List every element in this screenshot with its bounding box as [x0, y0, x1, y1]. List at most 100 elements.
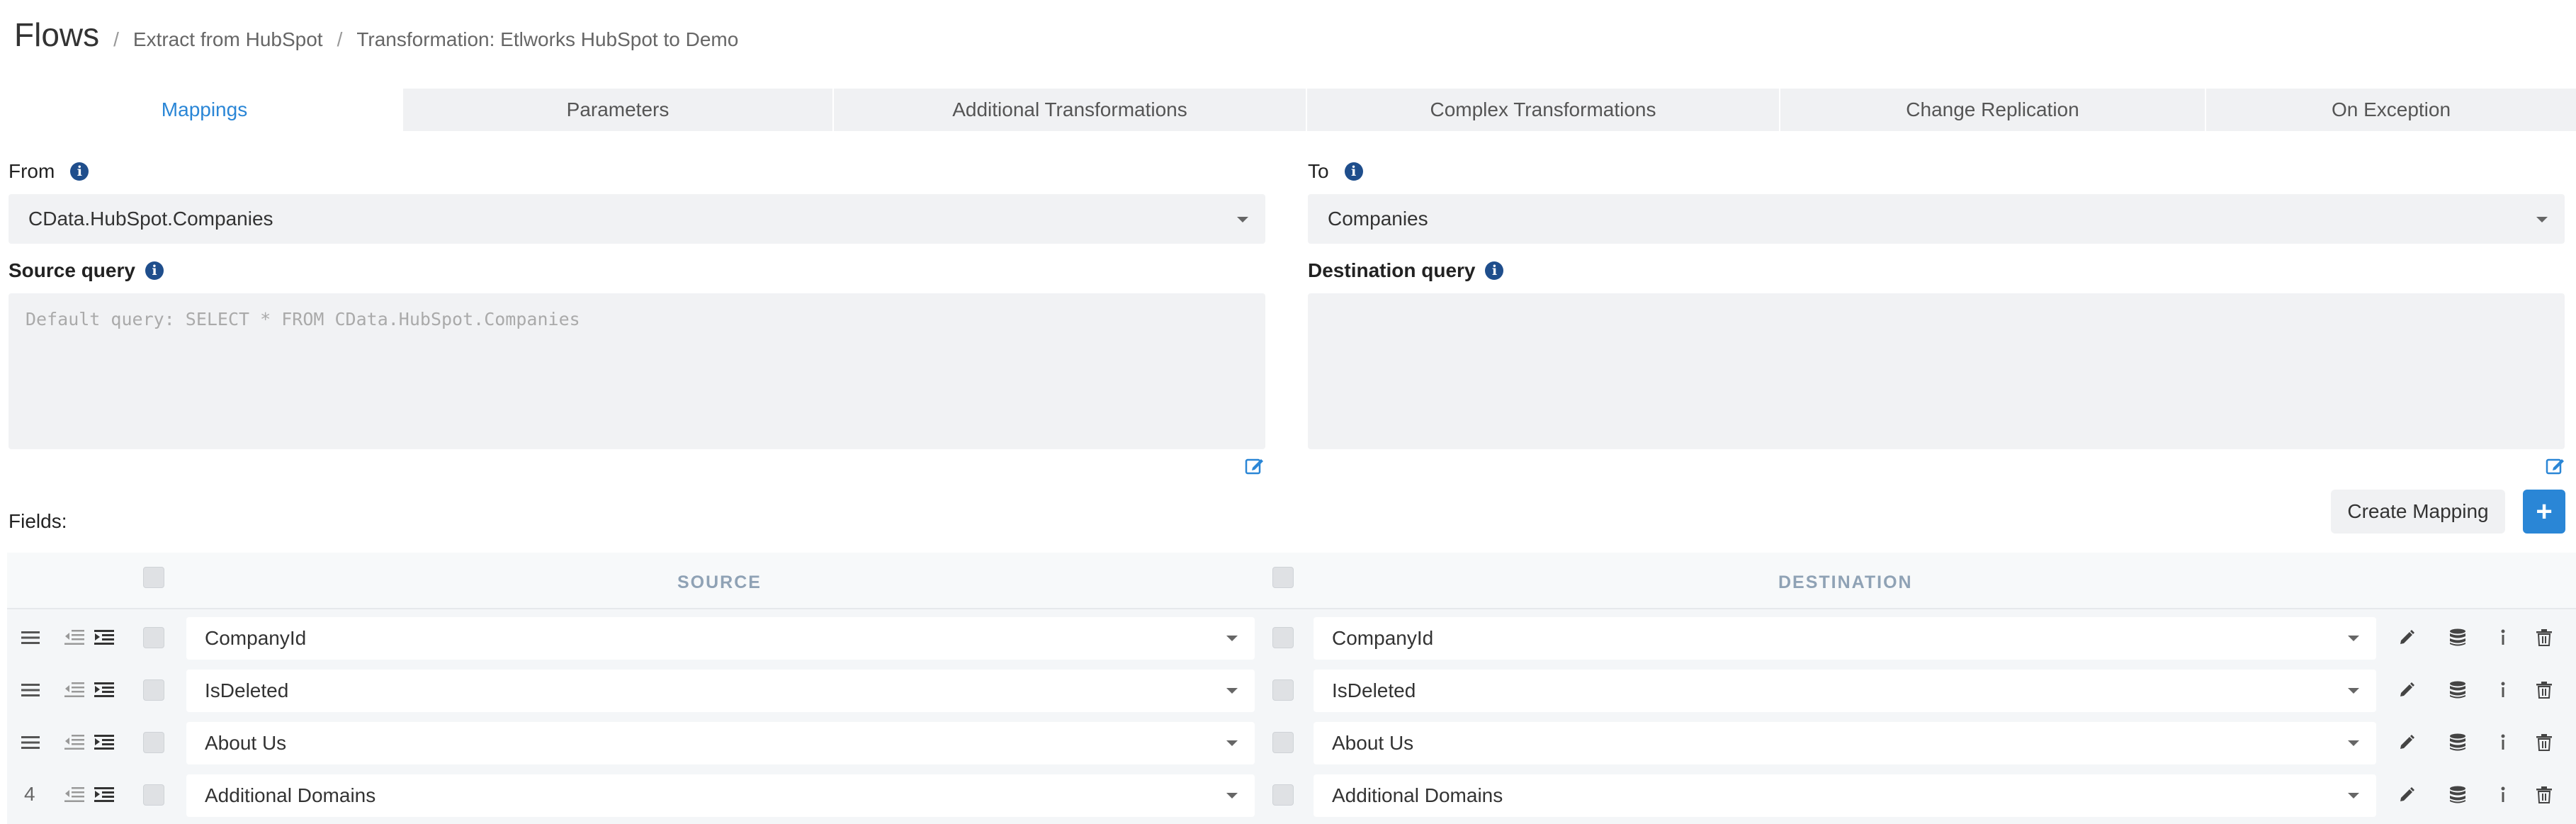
indent-icon[interactable]	[94, 679, 115, 701]
breadcrumb-separator: /	[113, 28, 119, 50]
indent-icon[interactable]	[94, 732, 115, 753]
tab-change-replication[interactable]: Change Replication	[1779, 89, 2205, 131]
tab-parameters[interactable]: Parameters	[402, 89, 832, 131]
source-query-label-row: Source query i	[9, 259, 164, 282]
chevron-down-icon	[2348, 636, 2359, 641]
destination-field-select[interactable]: About Us	[1314, 722, 2376, 764]
to-label-row: To i	[1308, 160, 1363, 183]
to-label: To	[1308, 160, 1329, 182]
grid-header: SOURCE DESTINATION	[7, 553, 2576, 609]
breadcrumb-separator: /	[337, 28, 343, 50]
row-source-checkbox[interactable]	[143, 784, 164, 806]
pencil-icon[interactable]	[2396, 732, 2417, 753]
page-title: Flows	[14, 16, 100, 53]
outdent-icon[interactable]	[64, 679, 85, 701]
row-destination-checkbox[interactable]	[1272, 627, 1294, 648]
chevron-down-icon	[1226, 793, 1238, 798]
row-source-checkbox[interactable]	[143, 627, 164, 648]
table-row: About Us About Us	[7, 716, 2576, 769]
destination-field-value: About Us	[1332, 732, 1414, 754]
chevron-down-icon	[1226, 740, 1238, 746]
chevron-down-icon	[2536, 217, 2548, 222]
destination-field-select[interactable]: IsDeleted	[1314, 670, 2376, 712]
destination-field-value: CompanyId	[1332, 627, 1434, 649]
database-icon[interactable]	[2447, 784, 2468, 806]
source-field-value: Additional Domains	[205, 784, 376, 806]
destination-query-label-row: Destination query i	[1308, 259, 1504, 282]
row-destination-checkbox[interactable]	[1272, 679, 1294, 701]
source-query-input[interactable]: Default query: SELECT * FROM CData.HubSp…	[9, 293, 1265, 449]
destination-column-header: DESTINATION	[1778, 572, 1913, 592]
to-select[interactable]: Companies	[1308, 194, 2565, 244]
info-icon[interactable]: i	[1485, 261, 1504, 280]
indent-icon[interactable]	[94, 627, 115, 648]
info-icon[interactable]: i	[145, 261, 164, 280]
destination-field-select[interactable]: CompanyId	[1314, 617, 2376, 660]
source-field-select[interactable]: Additional Domains	[186, 774, 1255, 817]
source-field-select[interactable]: About Us	[186, 722, 1255, 764]
breadcrumb-item-flow[interactable]: Extract from HubSpot	[133, 28, 323, 51]
trash-icon[interactable]	[2533, 679, 2555, 701]
source-field-value: IsDeleted	[205, 679, 289, 701]
fields-label: Fields:	[9, 510, 67, 532]
table-row: IsDeleted IsDeleted	[7, 664, 2576, 716]
info-small-icon[interactable]	[2492, 679, 2514, 701]
page-header: Flows / Extract from HubSpot / Transform…	[14, 16, 738, 65]
destination-query-input[interactable]	[1308, 293, 2565, 449]
chevron-down-icon	[1237, 217, 1248, 222]
tab-additional-transformations[interactable]: Additional Transformations	[832, 89, 1306, 131]
pencil-icon[interactable]	[2396, 627, 2417, 648]
trash-icon[interactable]	[2533, 627, 2555, 648]
to-select-value: Companies	[1328, 208, 1428, 230]
database-icon[interactable]	[2447, 679, 2468, 701]
edit-source-query-icon[interactable]	[1244, 455, 1265, 476]
chevron-down-icon	[1226, 688, 1238, 694]
source-field-select[interactable]: CompanyId	[186, 617, 1255, 660]
info-small-icon[interactable]	[2492, 732, 2514, 753]
indent-icon[interactable]	[94, 784, 115, 806]
info-small-icon[interactable]	[2492, 784, 2514, 806]
outdent-icon[interactable]	[64, 627, 85, 648]
source-query-label: Source query	[9, 259, 135, 281]
outdent-icon[interactable]	[64, 732, 85, 753]
tab-complex-transformations[interactable]: Complex Transformations	[1306, 89, 1779, 131]
row-source-checkbox[interactable]	[143, 732, 164, 753]
info-icon[interactable]: i	[70, 162, 89, 181]
info-icon[interactable]: i	[1344, 162, 1363, 181]
info-small-icon[interactable]	[2492, 627, 2514, 648]
destination-query-label: Destination query	[1308, 259, 1476, 281]
breadcrumb-item-transformation: Transformation: Etlworks HubSpot to Demo	[356, 28, 739, 50]
chevron-down-icon	[1226, 636, 1238, 641]
chevron-down-icon	[2348, 793, 2359, 798]
from-label: From	[9, 160, 55, 182]
trash-icon[interactable]	[2533, 732, 2555, 753]
from-label-row: From i	[9, 160, 89, 183]
source-field-value: About Us	[205, 732, 287, 754]
drag-handle-icon[interactable]	[20, 732, 41, 753]
select-all-destination-checkbox[interactable]	[1272, 567, 1294, 588]
pencil-icon[interactable]	[2396, 784, 2417, 806]
source-field-value: CompanyId	[205, 627, 307, 649]
table-row: 4 Additional Domains Additional Domains	[7, 769, 2576, 821]
database-icon[interactable]	[2447, 627, 2468, 648]
row-destination-checkbox[interactable]	[1272, 784, 1294, 806]
outdent-icon[interactable]	[64, 784, 85, 806]
row-destination-checkbox[interactable]	[1272, 732, 1294, 753]
pencil-icon[interactable]	[2396, 679, 2417, 701]
edit-destination-query-icon[interactable]	[2545, 455, 2566, 476]
select-all-source-checkbox[interactable]	[143, 567, 164, 588]
row-source-checkbox[interactable]	[143, 679, 164, 701]
tab-on-exception[interactable]: On Exception	[2205, 89, 2576, 131]
create-mapping-button[interactable]: Create Mapping	[2331, 490, 2505, 534]
trash-icon[interactable]	[2533, 784, 2555, 806]
source-field-select[interactable]: IsDeleted	[186, 670, 1255, 712]
row-number: 4	[24, 783, 35, 805]
from-select[interactable]: CData.HubSpot.Companies	[9, 194, 1265, 244]
destination-field-select[interactable]: Additional Domains	[1314, 774, 2376, 817]
destination-field-value: Additional Domains	[1332, 784, 1503, 806]
tab-mappings[interactable]: Mappings	[7, 89, 402, 131]
add-field-button[interactable]: +	[2523, 490, 2565, 534]
drag-handle-icon[interactable]	[20, 627, 41, 648]
database-icon[interactable]	[2447, 732, 2468, 753]
drag-handle-icon[interactable]	[20, 679, 41, 701]
